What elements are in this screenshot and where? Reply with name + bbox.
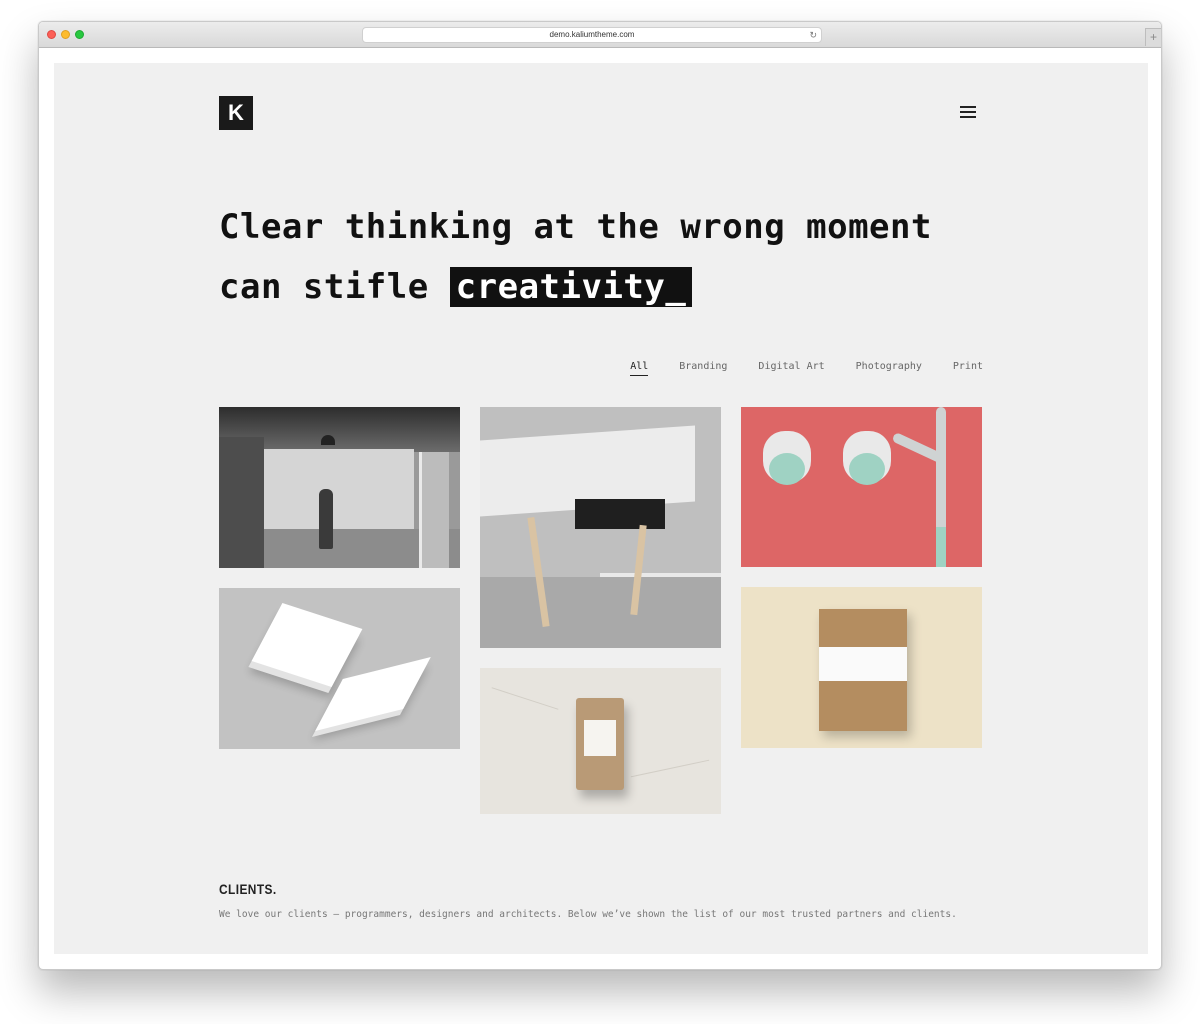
hamburger-menu-icon[interactable] — [960, 106, 976, 119]
portfolio-item-studio[interactable] — [219, 407, 460, 568]
close-window-button[interactable] — [47, 30, 56, 39]
browser-titlebar: demo.kaliumtheme.com ↻ + — [39, 22, 1161, 48]
minimize-window-button[interactable] — [61, 30, 70, 39]
portfolio-item-desk[interactable] — [480, 407, 721, 648]
filter-print[interactable]: Print — [953, 361, 983, 376]
web-page: K Clear thinking at the wrong moment can… — [54, 63, 1148, 954]
address-text: demo.kaliumtheme.com — [549, 30, 635, 39]
portfolio-item-coffee-bag[interactable] — [480, 668, 721, 814]
site-logo[interactable]: K — [219, 96, 253, 130]
filter-digital-art[interactable]: Digital Art — [758, 361, 824, 376]
portfolio-filters: All Branding Digital Art Photography Pri… — [630, 361, 983, 376]
browser-window: demo.kaliumtheme.com ↻ + K Clear thinkin… — [38, 21, 1162, 970]
hero-headline: Clear thinking at the wrong moment can s… — [219, 197, 999, 317]
reload-icon[interactable]: ↻ — [809, 30, 817, 40]
filter-branding[interactable]: Branding — [679, 361, 727, 376]
portfolio-item-notebook[interactable] — [741, 587, 982, 748]
portfolio-item-business-cards[interactable] — [219, 588, 460, 749]
new-tab-button[interactable]: + — [1145, 28, 1161, 46]
address-bar[interactable]: demo.kaliumtheme.com ↻ — [362, 27, 822, 43]
clients-heading: CLIENTS. — [219, 881, 277, 897]
hero-highlight: creativity_ — [449, 267, 693, 307]
filter-photography[interactable]: Photography — [856, 361, 922, 376]
clients-description: We love our clients – programmers, desig… — [219, 909, 957, 920]
portfolio-item-lamp[interactable] — [741, 407, 982, 567]
logo-letter: K — [228, 100, 244, 125]
zoom-window-button[interactable] — [75, 30, 84, 39]
filter-all[interactable]: All — [630, 361, 649, 376]
